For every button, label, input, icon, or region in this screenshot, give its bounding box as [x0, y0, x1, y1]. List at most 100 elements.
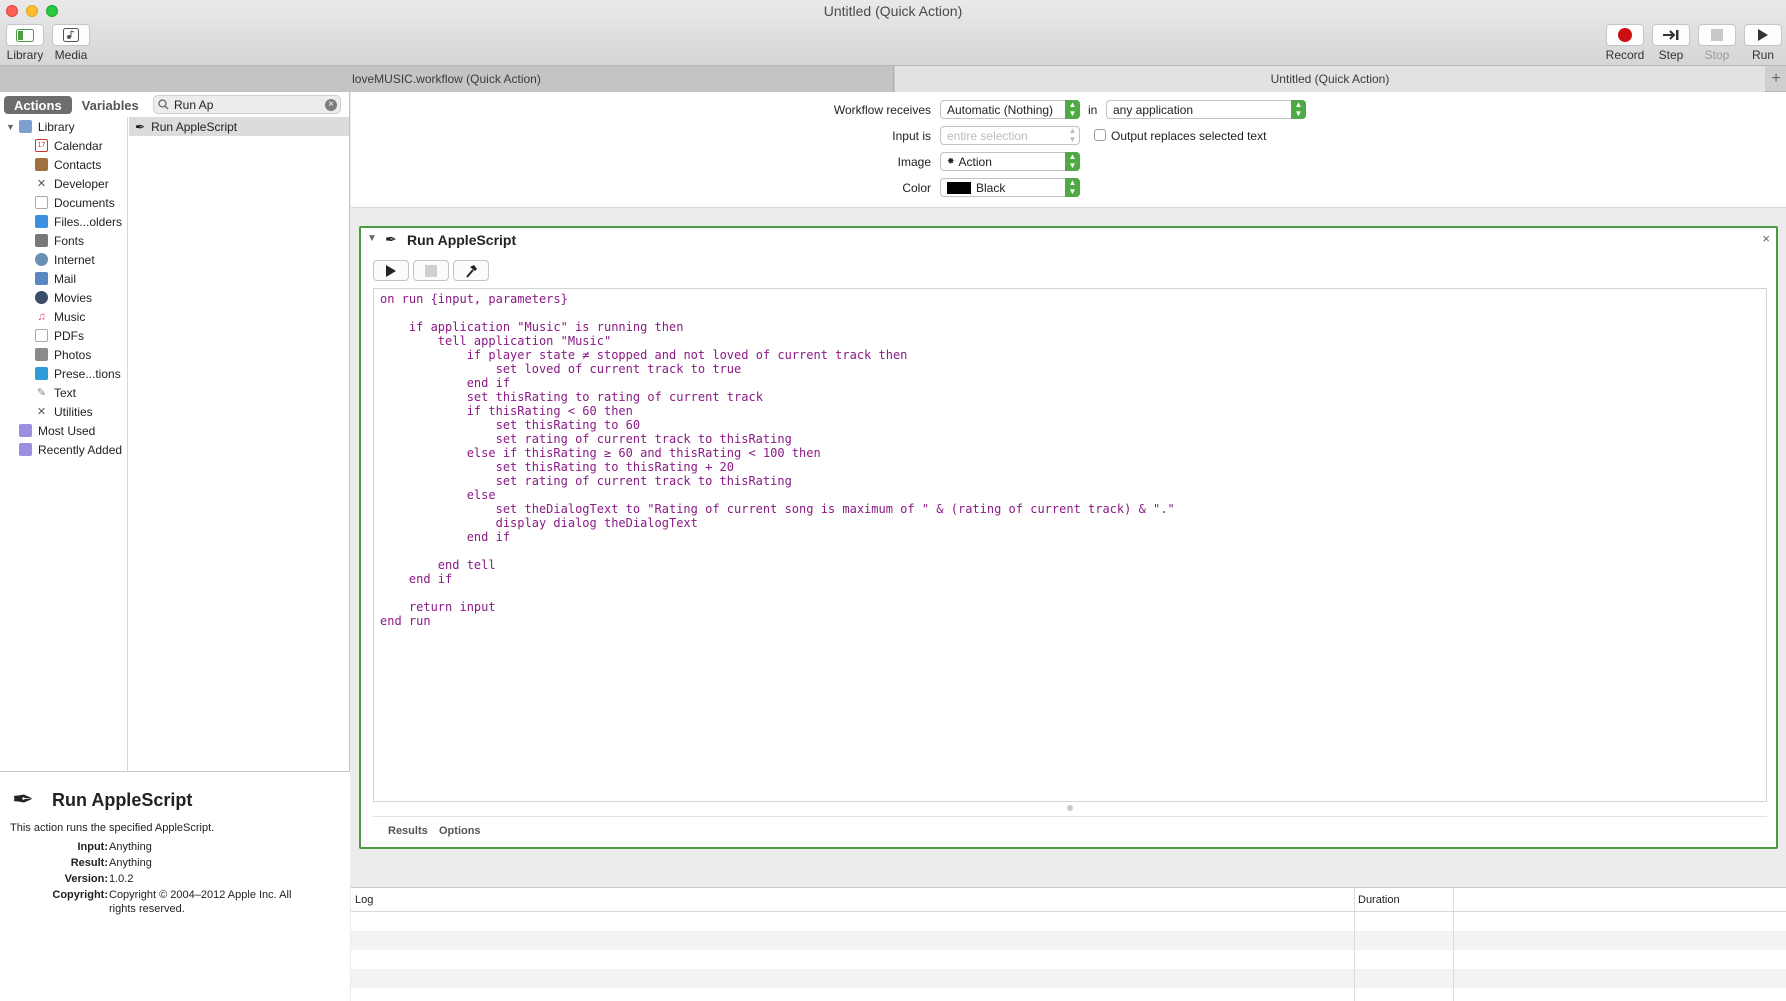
input-key: Input:: [77, 841, 108, 853]
compile-script-button[interactable]: [453, 260, 489, 281]
smart-group-icon: [19, 424, 32, 437]
search-field[interactable]: Run Ap ×: [153, 95, 341, 114]
in-label: in: [1088, 103, 1098, 117]
quicktime-icon: [35, 291, 48, 304]
options-tab[interactable]: Options: [439, 825, 481, 837]
chevron-updown-icon: ▲ ▼: [1065, 100, 1080, 119]
window-titlebar: Untitled (Quick Action) Library Media Re…: [0, 0, 1786, 66]
action-item-run-applescript[interactable]: ✒ Run AppleScript: [129, 117, 349, 136]
script-editor[interactable]: on run {input, parameters} if applicatio…: [373, 288, 1767, 802]
search-input[interactable]: Run Ap: [174, 98, 213, 112]
library-item-music[interactable]: ♫ Music: [0, 307, 128, 326]
library-item-documents[interactable]: Documents: [0, 193, 128, 212]
application-popup[interactable]: any application ▲ ▼: [1106, 100, 1306, 119]
library-item-most-used[interactable]: Most Used: [0, 421, 128, 440]
remove-action-button[interactable]: ×: [1762, 231, 1770, 246]
library-item-text[interactable]: ✎ Text: [0, 383, 128, 402]
variables-tab[interactable]: Variables: [72, 96, 149, 114]
tab-untitled[interactable]: Untitled (Quick Action): [895, 66, 1765, 92]
library-item-mail[interactable]: Mail: [0, 269, 128, 288]
library-item-label: PDFs: [54, 328, 84, 343]
hammer-icon: [466, 264, 477, 278]
library-item-internet[interactable]: Internet: [0, 250, 128, 269]
library-item-library[interactable]: ▼ Library: [0, 117, 128, 136]
chevron-updown-icon: ▲ ▼: [1291, 100, 1306, 119]
collapse-triangle-icon[interactable]: ▼: [367, 233, 377, 244]
results-tab[interactable]: Results: [388, 825, 428, 837]
music-note-icon: ♫: [37, 310, 46, 323]
library-item-presentations[interactable]: Prese...tions: [0, 364, 128, 383]
run-applescript-action: ▼ ✒ Run AppleScript × on run {input, par…: [359, 226, 1778, 849]
action-title: Run AppleScript: [407, 232, 517, 248]
applescript-icon: ✒: [385, 231, 397, 247]
library-item-label: Developer: [54, 176, 109, 191]
step-button[interactable]: [1652, 24, 1690, 46]
column-divider: [1453, 888, 1454, 1001]
result-value: Anything: [109, 857, 152, 869]
play-icon: [1758, 29, 1768, 41]
presentation-icon: [35, 367, 48, 380]
library-toggle-button[interactable]: [6, 24, 44, 46]
chevron-updown-icon: ▲ ▼: [1065, 152, 1080, 171]
library-item-photos[interactable]: Photos: [0, 345, 128, 364]
input-is-label: Input is: [892, 129, 931, 143]
library-item-label: Documents: [54, 195, 115, 210]
chevron-updown-icon: ▲ ▼: [1068, 126, 1077, 144]
description-text: This action runs the specified AppleScri…: [10, 822, 215, 834]
run-script-button[interactable]: [373, 260, 409, 281]
library-icon: [18, 120, 32, 133]
library-item-pdfs[interactable]: PDFs: [0, 326, 128, 345]
run-button[interactable]: [1744, 24, 1782, 46]
library-item-fonts[interactable]: Fonts: [0, 231, 128, 250]
library-label: Library: [6, 48, 44, 62]
applescript-icon: ✒: [135, 119, 146, 134]
workflow-canvas: ▼ ✒ Run AppleScript × on run {input, par…: [351, 209, 1786, 887]
gear-icon: ✸: [947, 156, 955, 166]
step-label: Step: [1658, 48, 1684, 62]
disclosure-triangle-icon[interactable]: ▼: [6, 122, 15, 132]
library-item-utilities[interactable]: ✕ Utilities: [0, 402, 128, 421]
log-header: Log Duration: [351, 888, 1786, 912]
contacts-icon: [35, 158, 48, 171]
action-description-panel: ✒ Run AppleScript This action runs the s…: [0, 771, 350, 1001]
actions-tab[interactable]: Actions: [4, 96, 72, 114]
description-title: Run AppleScript: [52, 790, 193, 810]
color-popup[interactable]: Black ▲ ▼: [940, 178, 1080, 197]
media-button[interactable]: [52, 24, 90, 46]
library-item-calendar[interactable]: 17 Calendar: [0, 136, 128, 155]
library-item-developer[interactable]: ✕ Developer: [0, 174, 128, 193]
image-popup[interactable]: ✸ Action ▲ ▼: [940, 152, 1080, 171]
library-item-label: Calendar: [54, 138, 103, 153]
stop-script-button[interactable]: [413, 260, 449, 281]
record-label: Record: [1605, 48, 1645, 62]
copyright-value-cont: rights reserved.: [109, 903, 185, 915]
library-item-label: Recently Added: [38, 442, 123, 457]
stop-button[interactable]: [1698, 24, 1736, 46]
workflow-receives-popup[interactable]: Automatic (Nothing) ▲ ▼: [940, 100, 1080, 119]
library-item-movies[interactable]: Movies: [0, 288, 128, 307]
duration-column-header[interactable]: Duration: [1354, 888, 1400, 912]
new-tab-icon[interactable]: +: [1766, 66, 1786, 92]
library-item-files-folders[interactable]: Files...olders: [0, 212, 128, 231]
play-icon: [386, 264, 396, 277]
output-replaces-checkbox[interactable]: [1094, 129, 1106, 141]
record-icon: [1618, 28, 1632, 42]
resize-handle[interactable]: [1067, 805, 1073, 811]
library-item-contacts[interactable]: Contacts: [0, 155, 128, 174]
document-icon: [35, 196, 48, 209]
input-is-popup[interactable]: entire selection ▲ ▼: [940, 126, 1080, 145]
pdf-icon: [35, 329, 48, 342]
popup-value: entire selection: [947, 128, 1028, 143]
chevron-updown-icon: ▲ ▼: [1065, 178, 1080, 197]
image-label: Image: [897, 155, 931, 169]
popup-value: Automatic (Nothing): [947, 102, 1054, 117]
clear-search-icon[interactable]: ×: [325, 99, 337, 111]
library-item-recently-added[interactable]: Recently Added: [0, 440, 128, 459]
result-key: Result:: [70, 857, 108, 869]
tab-lovemusic[interactable]: loveMUSIC.workflow (Quick Action): [0, 66, 894, 92]
record-button[interactable]: [1606, 24, 1644, 46]
library-pane: Actions Variables Run Ap × ▼ Library 17 …: [0, 92, 350, 1001]
library-item-label: Movies: [54, 290, 93, 305]
library-item-label: Fonts: [54, 233, 85, 248]
log-column-header[interactable]: Log: [351, 888, 373, 912]
